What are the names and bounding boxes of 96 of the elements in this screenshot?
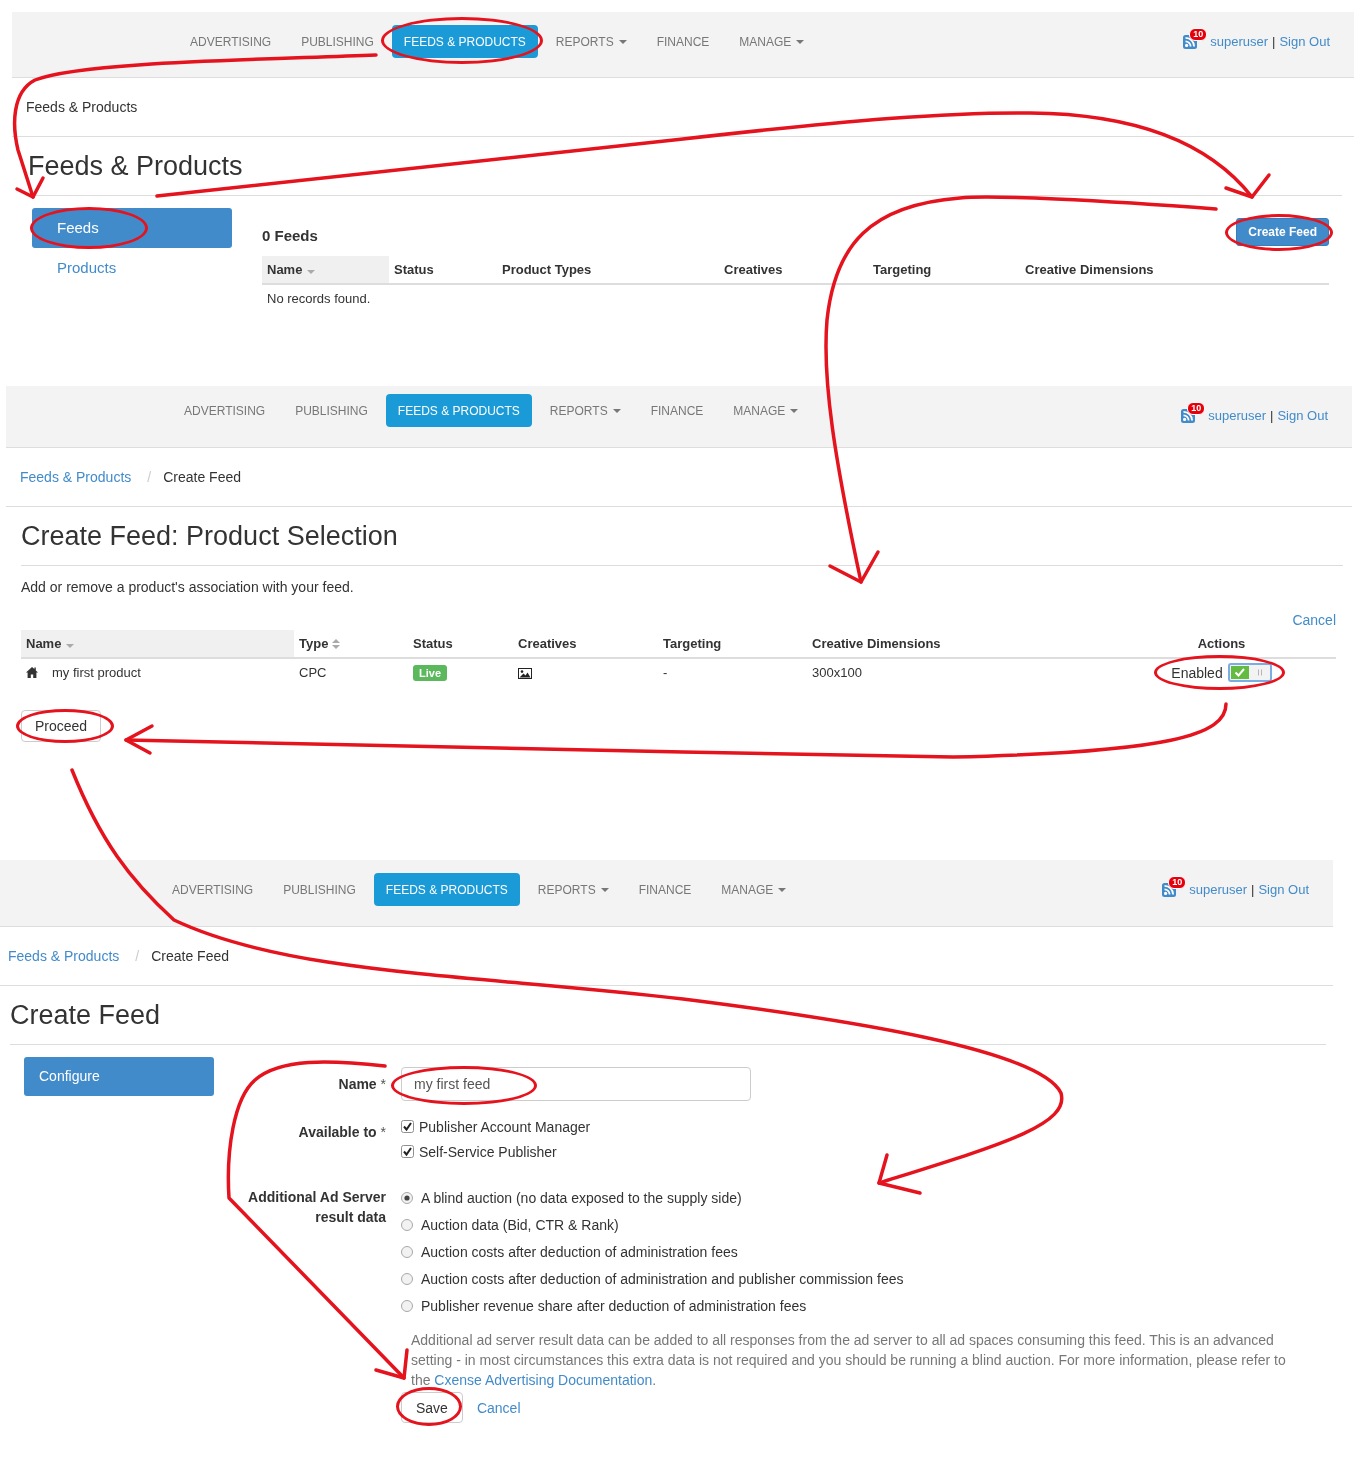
table-cell: CPC (294, 658, 408, 686)
name-input-field[interactable]: my first feed (401, 1067, 751, 1101)
column-header: Creative Dimensions (807, 630, 1107, 658)
create-feed-button[interactable]: Create Feed (1236, 218, 1329, 246)
table-cell: 300x100 (807, 658, 1107, 686)
separator-text: | (1272, 34, 1276, 49)
nav-link[interactable]: FEEDS & PRODUCTS (385, 394, 532, 427)
nav-link[interactable]: PUBLISHING (283, 394, 380, 427)
notification-badge: 10 (1187, 401, 1206, 415)
nav-link[interactable]: FEEDS & PRODUCTS (373, 873, 520, 906)
separator-text: | (1251, 882, 1255, 897)
cancel-link[interactable]: Cancel (476, 1399, 521, 1416)
column-header: Actions (1107, 630, 1336, 658)
sign-out-link[interactable]: Sign Out (1277, 408, 1328, 423)
breadcrumb-separator: / (146, 469, 153, 485)
table-cell: - (658, 658, 807, 686)
sort-caret-icon (66, 644, 75, 648)
username-link[interactable]: superuser (1210, 34, 1268, 49)
required-mark: * (380, 1076, 386, 1092)
checkbox-label: Publisher Account Manager (419, 1118, 591, 1135)
nav-link[interactable]: ADVERTISING (178, 25, 284, 58)
status-badge: Live (413, 664, 447, 681)
nav-link[interactable]: REPORTS (525, 873, 621, 906)
nav-link[interactable]: MANAGE (721, 394, 811, 427)
breadcrumb-current: Create Feed (151, 948, 229, 964)
column-header[interactable]: Name (21, 630, 294, 658)
checkbox[interactable] (401, 1145, 414, 1158)
nav-link[interactable]: ADVERTISING (172, 394, 278, 427)
required-mark: * (380, 1124, 386, 1140)
page-title: Create Feed: Product Selection (21, 519, 398, 553)
username-link[interactable]: superuser (1208, 408, 1266, 423)
cancel-link[interactable]: Cancel (1292, 610, 1336, 630)
radio-button[interactable] (401, 1191, 413, 1204)
field-label: Name (338, 1076, 377, 1092)
nav-link[interactable]: MANAGE (727, 25, 817, 58)
checkbox-label: Self-Service Publisher (419, 1143, 557, 1160)
column-header: Creatives (513, 630, 658, 658)
radio-button[interactable] (401, 1299, 413, 1312)
nav-link[interactable]: FINANCE (626, 873, 704, 906)
breadcrumb-current: Create Feed (163, 469, 241, 485)
sidebar-item[interactable]: Products (32, 248, 232, 288)
nav-link[interactable]: PUBLISHING (289, 25, 386, 58)
image-icon (518, 668, 532, 680)
empty-message: No records found. (262, 284, 1329, 312)
sidebar-item[interactable]: Feeds (32, 208, 232, 248)
nav-link[interactable]: FEEDS & PRODUCTS (391, 25, 538, 58)
product-name: my first product (52, 664, 141, 680)
breadcrumb-separator: / (134, 948, 141, 964)
nav-link[interactable]: PUBLISHING (271, 873, 368, 906)
radio-label: Auction costs after deduction of administration and publisher commission fees (421, 1270, 904, 1287)
sign-out-link[interactable]: Sign Out (1279, 34, 1330, 49)
feed-count: 0 Feeds (262, 226, 318, 246)
separator-text: | (1270, 408, 1274, 423)
home-icon (26, 666, 38, 678)
column-header: Status (389, 256, 497, 284)
save-button[interactable]: Save (401, 1392, 463, 1423)
radio-button[interactable] (401, 1218, 413, 1231)
page-title: Feeds & Products (28, 149, 243, 183)
field-label: Available to (298, 1124, 377, 1140)
column-header: Targeting (868, 256, 1020, 284)
field-label: Additional Ad Server result data (247, 1188, 386, 1227)
nav-link[interactable]: FINANCE (644, 25, 722, 58)
nav-link[interactable]: REPORTS (537, 394, 633, 427)
nav-link[interactable]: REPORTS (543, 25, 639, 58)
username-link[interactable]: superuser (1189, 882, 1247, 897)
breadcrumb-link[interactable]: Feeds & Products (8, 948, 120, 964)
checkbox[interactable] (401, 1120, 414, 1133)
radio-label: Auction data (Bid, CTR & Rank) (421, 1216, 619, 1233)
sign-out-link[interactable]: Sign Out (1258, 882, 1309, 897)
description-text: Add or remove a product's association with your feed. (21, 578, 355, 597)
nav-link[interactable]: MANAGE (709, 873, 799, 906)
radio-label: A blind auction (no data exposed to the supply side) (421, 1189, 742, 1206)
sort-icon (332, 638, 341, 649)
page-title: Create Feed (10, 998, 161, 1032)
radio-button[interactable] (401, 1245, 413, 1258)
column-header[interactable]: Type (294, 630, 408, 658)
column-header: Targeting (658, 630, 807, 658)
toggle-label: Enabled (1171, 664, 1223, 681)
column-header: Creative Dimensions (1020, 256, 1329, 284)
nav-link[interactable]: FINANCE (638, 394, 716, 427)
sort-caret-icon (307, 270, 316, 274)
column-header: Status (408, 630, 513, 658)
radio-button[interactable] (401, 1272, 413, 1285)
notification-badge: 10 (1168, 875, 1187, 889)
breadcrumb-link[interactable]: Feeds & Products (20, 469, 132, 485)
column-header[interactable]: Name (262, 256, 389, 284)
column-header: Product Types (497, 256, 719, 284)
nav-link[interactable]: ADVERTISING (160, 873, 266, 906)
column-header: Creatives (719, 256, 868, 284)
toggle-switch[interactable] (1227, 663, 1272, 682)
notification-badge: 10 (1189, 27, 1208, 41)
radio-label: Auction costs after deduction of administration fees (421, 1243, 738, 1260)
radio-label: Publisher revenue share after deduction of administration fees (421, 1297, 807, 1314)
breadcrumb-current: Feeds & Products (26, 99, 138, 115)
sidebar-item[interactable]: Configure (24, 1057, 214, 1096)
help-text: Additional ad server result data can be added to all responses from the ad server to all ad spaces consuming this feed. This is an advanced setting - in most circumstances this extra data is not required and you should be running a blind auction. For more information, please refer to the Cxense Advertising Documentation. (410, 1331, 1287, 1390)
